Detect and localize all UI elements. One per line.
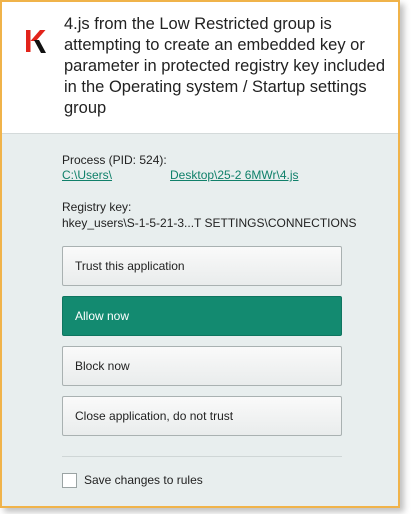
process-label: Process (PID: 524): — [62, 153, 167, 167]
process-path-end: Desktop\25-2 6MWr\4.js — [170, 168, 299, 182]
registry-label: Registry key: — [62, 200, 132, 214]
save-rules-label: Save changes to rules — [84, 473, 203, 487]
trust-application-button[interactable]: Trust this application — [62, 246, 342, 286]
allow-now-button[interactable]: Allow now — [62, 296, 342, 336]
block-now-button[interactable]: Block now — [62, 346, 342, 386]
process-path-link[interactable]: C:\Users\ Desktop\25-2 6MWr\4.js — [62, 168, 299, 182]
close-application-button[interactable]: Close application, do not trust — [62, 396, 342, 436]
kaspersky-k-logo-icon — [24, 28, 48, 54]
registry-key-value: hkey_users\S-1-5-21-3...T SETTINGS\CONNE… — [62, 216, 357, 230]
process-path-start: C:\Users\ — [62, 168, 113, 182]
alert-header: 4.js from the Low Restricted group is at… — [2, 2, 398, 134]
kaspersky-alert-window: 4.js from the Low Restricted group is at… — [0, 0, 400, 508]
alert-message: 4.js from the Low Restricted group is at… — [64, 15, 385, 117]
save-rules-checkbox[interactable] — [62, 472, 77, 488]
divider — [62, 456, 342, 457]
save-rules-option[interactable]: Save changes to rules — [62, 471, 203, 489]
